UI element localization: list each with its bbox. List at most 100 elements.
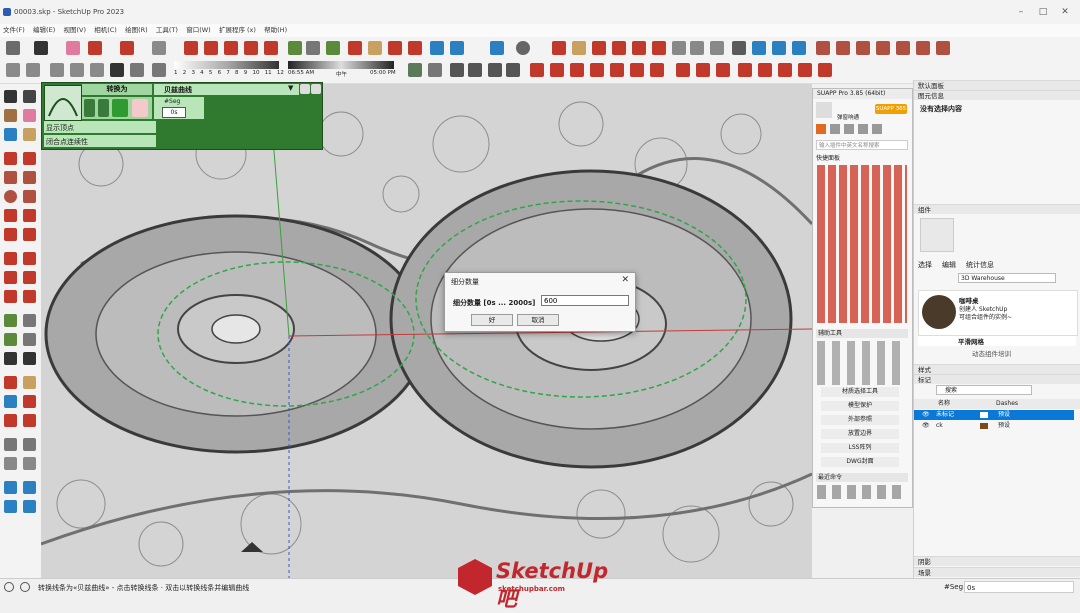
geo-icon[interactable]	[20, 582, 30, 592]
eraser-left-icon[interactable]	[23, 109, 36, 122]
pencil-icon[interactable]	[88, 41, 102, 55]
shadow-settings-icon[interactable]	[152, 63, 166, 77]
tag-color-swatch[interactable]	[980, 412, 988, 418]
tag-icon[interactable]	[23, 128, 36, 141]
style2-icon[interactable]	[26, 63, 40, 77]
walk-left-icon[interactable]	[23, 438, 36, 451]
menu-file[interactable]: 文件(F)	[0, 24, 28, 37]
scale-icon[interactable]	[244, 41, 258, 55]
category-model-protect[interactable]: 模型保护	[821, 401, 899, 411]
tool-e-icon[interactable]	[630, 63, 644, 77]
warehouse-search-input[interactable]: 3D Warehouse	[958, 273, 1056, 283]
eye-icon[interactable]: 👁	[922, 421, 930, 431]
menu-window[interactable]: 窗口(W)	[183, 24, 214, 37]
tool-g-icon[interactable]	[676, 63, 690, 77]
text-icon[interactable]	[306, 41, 320, 55]
tool-b-icon[interactable]	[570, 63, 584, 77]
plugin-search-input[interactable]: 输入插件中英文名称搜索	[816, 140, 908, 150]
tool-n-icon[interactable]	[818, 63, 832, 77]
step2-icon[interactable]	[98, 99, 109, 117]
list-icon[interactable]	[830, 124, 840, 134]
settings-icon[interactable]	[311, 84, 321, 94]
bars-icon[interactable]	[872, 124, 882, 134]
entity-info-header[interactable]: 图元信息	[914, 90, 1080, 100]
closed-continuity-row[interactable]: 闭合点连续性	[44, 135, 156, 147]
eye-icon[interactable]: 👁	[922, 410, 930, 420]
close-icon[interactable]: ✕	[621, 275, 629, 285]
exit-icon[interactable]	[132, 99, 148, 117]
lasso-icon[interactable]	[23, 90, 36, 103]
axes-icon[interactable]	[326, 41, 340, 55]
eye-icon[interactable]	[690, 41, 704, 55]
pushpull-left-icon[interactable]	[23, 252, 36, 265]
push-pull-icon[interactable]	[184, 41, 198, 55]
previous-left-icon[interactable]	[23, 414, 36, 427]
look-around-icon[interactable]	[572, 41, 586, 55]
rotated-rect-icon[interactable]	[23, 171, 36, 184]
quick-tools-grid[interactable]	[817, 165, 907, 323]
arc3-icon[interactable]	[4, 228, 17, 241]
tool-c-icon[interactable]	[590, 63, 604, 77]
wireframe-icon[interactable]	[836, 41, 850, 55]
menu-draw[interactable]: 绘图(R)	[122, 24, 151, 37]
paint-bucket-icon[interactable]	[348, 41, 362, 55]
menu-edit[interactable]: 编辑(E)	[30, 24, 58, 37]
component-icon[interactable]	[4, 128, 17, 141]
look-left-icon[interactable]	[4, 457, 17, 470]
position-icon[interactable]	[710, 41, 724, 55]
hidden-line-icon[interactable]	[856, 41, 870, 55]
tab-edit[interactable]: 编辑	[942, 260, 956, 270]
shaded-textures-icon[interactable]	[896, 41, 910, 55]
menu-view[interactable]: 视图(V)	[60, 24, 89, 37]
category-material-select[interactable]: 材质选择工具	[821, 387, 899, 397]
pie-icon[interactable]	[23, 228, 36, 241]
minimize-button[interactable]: –	[1012, 6, 1030, 18]
step-icon[interactable]	[84, 99, 95, 117]
scale-left-icon[interactable]	[4, 290, 17, 303]
section-left-icon[interactable]	[23, 457, 36, 470]
move-icon[interactable]	[204, 41, 218, 55]
home-icon[interactable]	[816, 124, 826, 134]
previous-view-icon[interactable]	[632, 41, 646, 55]
followme-icon[interactable]	[23, 271, 36, 284]
x-ray-icon[interactable]	[816, 41, 830, 55]
user-icon[interactable]	[516, 41, 530, 55]
curve-type-dropdown[interactable]: 贝兹曲线 ▼	[154, 84, 299, 95]
display-section-icon[interactable]	[4, 481, 17, 494]
menu-camera[interactable]: 相机(C)	[91, 24, 120, 37]
components-header[interactable]: 组件	[914, 204, 1080, 214]
iso-view-icon[interactable]	[732, 41, 746, 55]
pan-left-icon[interactable]	[23, 376, 36, 389]
category-place-boundary[interactable]: 放置边界	[821, 429, 899, 439]
tool-h-icon[interactable]	[696, 63, 710, 77]
pan-icon[interactable]	[388, 41, 402, 55]
suapp-icon[interactable]	[530, 63, 544, 77]
shadow-toggle-icon[interactable]	[130, 63, 144, 77]
tab-statistics[interactable]: 统计信息	[966, 260, 994, 270]
select-arrow-icon[interactable]	[34, 41, 48, 55]
seg-input[interactable]: 0s	[162, 107, 186, 118]
tool-m-icon[interactable]	[798, 63, 812, 77]
category-external-ref[interactable]: 外部参照	[821, 415, 899, 425]
segment-count-input[interactable]	[541, 295, 629, 306]
eraser-icon[interactable]	[66, 41, 80, 55]
zoom-icon[interactable]	[6, 41, 20, 55]
rotate-left-icon[interactable]	[4, 271, 17, 284]
axes-left-icon[interactable]	[4, 352, 17, 365]
next-view-icon[interactable]	[652, 41, 666, 55]
zoom-extents-left-icon[interactable]	[4, 414, 17, 427]
zoom-window-left-icon[interactable]	[23, 395, 36, 408]
tool-f-icon[interactable]	[650, 63, 664, 77]
table-row[interactable]: 👁 ck 预设	[914, 421, 1074, 431]
offset-icon[interactable]	[264, 41, 278, 55]
close-window-button[interactable]: ✕	[1056, 6, 1074, 18]
top-view-icon[interactable]	[752, 41, 766, 55]
display-cuts-icon[interactable]	[23, 481, 36, 494]
menu-help[interactable]: 帮助(H)	[261, 24, 290, 37]
house2-icon[interactable]	[468, 63, 482, 77]
monochrome-icon[interactable]	[916, 41, 930, 55]
walk-icon[interactable]	[552, 41, 566, 55]
tape-measure-icon[interactable]	[288, 41, 302, 55]
validate-icon[interactable]	[112, 99, 128, 117]
solid-left-icon[interactable]	[23, 500, 36, 513]
